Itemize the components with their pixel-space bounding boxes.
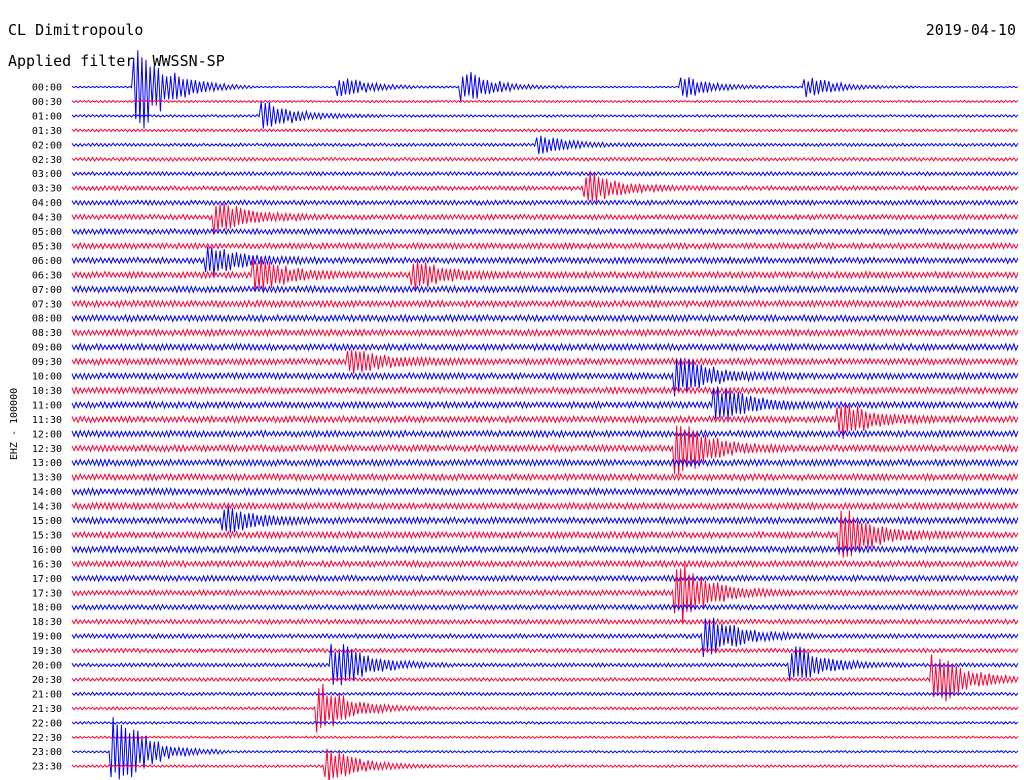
trace-row-0200 xyxy=(71,135,1019,155)
hour-label: 06:30 xyxy=(32,270,62,281)
trace-row-1300 xyxy=(71,457,1019,468)
trace-row-0700 xyxy=(71,284,1019,295)
trace-row-0130 xyxy=(71,128,1019,133)
hour-label: 20:30 xyxy=(32,675,62,686)
hour-label: 15:00 xyxy=(32,516,62,527)
trace-row-1100 xyxy=(71,386,1019,420)
hour-label: 14:00 xyxy=(32,487,62,498)
hour-label: 23:30 xyxy=(32,762,62,773)
trace-row-1930 xyxy=(71,647,1019,654)
trace-row-1330 xyxy=(71,472,1019,482)
trace-row-0900 xyxy=(71,342,1019,352)
trace-row-1030 xyxy=(71,385,1019,396)
trace-row-2130 xyxy=(71,683,1019,733)
hour-label: 17:30 xyxy=(32,588,62,599)
hour-label: 12:00 xyxy=(32,429,62,440)
trace-row-0300 xyxy=(71,170,1019,177)
trace-row-2200 xyxy=(71,720,1019,725)
hour-label: 13:00 xyxy=(32,458,62,469)
trace-row-1200 xyxy=(71,429,1019,439)
trace-row-1630 xyxy=(71,559,1019,569)
trace-row-1730 xyxy=(71,564,1019,625)
hour-label: 01:00 xyxy=(32,111,62,122)
trace-row-0830 xyxy=(71,327,1019,338)
trace-group xyxy=(71,50,1019,780)
hour-label: 09:30 xyxy=(32,357,62,368)
hour-label: 02:30 xyxy=(32,155,62,166)
hour-label: 19:30 xyxy=(32,646,62,657)
hour-label: 01:30 xyxy=(32,126,62,137)
hour-label: 13:30 xyxy=(32,473,62,484)
trace-row-0030 xyxy=(71,99,1019,104)
hour-label: 14:30 xyxy=(32,502,62,513)
hour-label: 18:30 xyxy=(32,617,62,628)
channel-label: EHZ - 100000 xyxy=(9,388,20,460)
hour-label: 10:00 xyxy=(32,372,62,383)
helicorder-chart: 00:00 00:30 01:00 01:30 02:00 02:30 03:00 03:30… xyxy=(9,50,1019,780)
hour-label: 10:30 xyxy=(32,386,62,397)
hour-label: 00:30 xyxy=(32,97,62,108)
trace-row-0230 xyxy=(71,156,1019,162)
trace-row-0530 xyxy=(71,241,1019,251)
trace-row-2100 xyxy=(71,691,1019,697)
trace-row-0100 xyxy=(71,101,1019,129)
hour-label: 20:00 xyxy=(32,661,62,672)
trace-row-0930 xyxy=(71,349,1019,374)
hour-label: 16:30 xyxy=(32,559,62,570)
trace-row-0400 xyxy=(71,199,1019,207)
trace-row-2300 xyxy=(71,717,1019,780)
hour-label: 16:00 xyxy=(32,545,62,556)
hour-label: 23:00 xyxy=(32,747,62,758)
hour-label: 17:00 xyxy=(32,574,62,585)
hour-labels: 00:00 00:30 01:00 01:30 02:00 02:30 03:00 03:30… xyxy=(32,83,62,773)
hour-label: 07:30 xyxy=(32,299,62,310)
trace-row-1800 xyxy=(71,603,1019,612)
hour-label: 07:00 xyxy=(32,285,62,296)
trace-row-1400 xyxy=(71,486,1019,497)
hour-label: 05:00 xyxy=(32,227,62,238)
hour-label: 11:30 xyxy=(32,415,62,426)
hour-label: 03:30 xyxy=(32,184,62,195)
hour-label: 09:00 xyxy=(32,343,62,354)
hour-label: 22:00 xyxy=(32,718,62,729)
hour-label: 21:30 xyxy=(32,704,62,715)
hour-label: 06:00 xyxy=(32,256,62,267)
trace-row-0800 xyxy=(71,313,1019,323)
hour-label: 08:30 xyxy=(32,328,62,339)
trace-row-2230 xyxy=(71,735,1019,740)
trace-row-1600 xyxy=(71,544,1019,555)
trace-row-1230 xyxy=(71,425,1019,476)
hour-label: 08:00 xyxy=(32,314,62,325)
trace-row-1430 xyxy=(71,501,1019,511)
trace-row-1700 xyxy=(71,573,1019,583)
trace-row-0330 xyxy=(71,172,1019,203)
hour-label: 15:30 xyxy=(32,530,62,541)
hour-label: 04:30 xyxy=(32,213,62,224)
trace-row-1830 xyxy=(71,618,1019,626)
hour-label: 18:00 xyxy=(32,603,62,614)
hour-label: 05:30 xyxy=(32,241,62,252)
hour-label: 12:30 xyxy=(32,444,62,455)
hour-label: 02:00 xyxy=(32,140,62,151)
hour-label: 00:00 xyxy=(32,83,62,94)
hour-label: 04:00 xyxy=(32,198,62,209)
hour-label: 19:00 xyxy=(32,632,62,643)
trace-row-0730 xyxy=(71,299,1019,309)
hour-label: 21:00 xyxy=(32,689,62,700)
hour-label: 22:30 xyxy=(32,733,62,744)
hour-label: 11:00 xyxy=(32,400,62,411)
hour-label: 03:00 xyxy=(32,169,62,180)
